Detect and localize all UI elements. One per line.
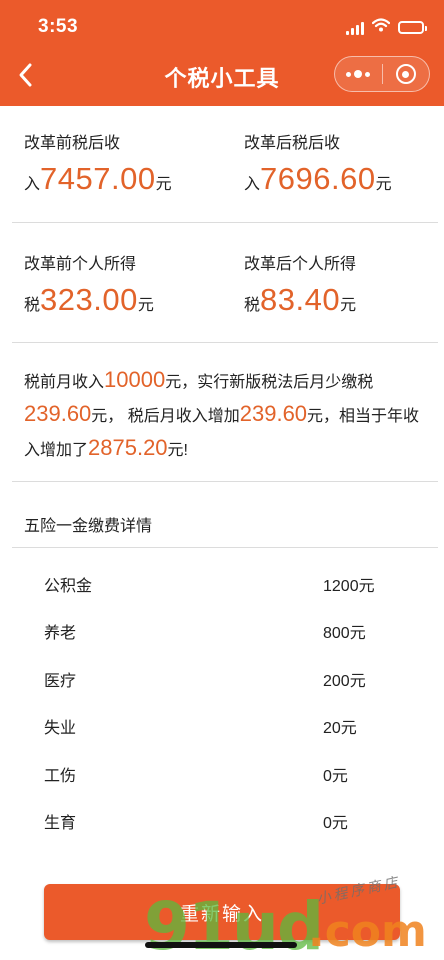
insurance-item-amount: 0元 <box>323 814 348 832</box>
summary-text-1: 税前月收入 <box>24 374 105 391</box>
insurance-list: 公积金 1200元 养老 800元 医疗 200元 失业 20元 工伤 0元 生… <box>0 562 444 846</box>
insurance-item-name: 工伤 <box>44 767 77 785</box>
miniprogram-capsule <box>334 56 430 92</box>
before-income: 改革前税后收 入 7457.00 元 <box>0 133 222 197</box>
after-tax-value-row: 税 83.40 元 <box>244 282 444 318</box>
after-tax-value: 83.40 <box>260 282 341 317</box>
insurance-row: 养老 800元 <box>0 609 444 656</box>
summary-text-2: 元，实行新版税法后月少缴税 <box>165 374 374 391</box>
summary-text: 税前月收入10000元，实行新版税法后月少缴税239.60元， 税后月收入增加2… <box>24 364 429 466</box>
annual-income-increase-value: 2875.20 <box>88 435 168 460</box>
wifi-icon <box>371 18 391 37</box>
insurance-row: 工伤 0元 <box>0 752 444 799</box>
after-tax-unit: 元 <box>340 297 357 314</box>
page: 3:53 个税小工具 改革前税后收 入 7457.00 元 改革后税后收 入 7… <box>0 0 444 960</box>
after-income-label: 改革后税后收 <box>244 135 341 152</box>
after-income-prefix: 入 <box>244 176 261 193</box>
battery-icon <box>398 21 427 34</box>
divider <box>12 547 438 548</box>
insurance-row: 生育 0元 <box>0 799 444 846</box>
insurance-item-name: 失业 <box>44 720 77 738</box>
after-income-value-row: 入 7696.60 元 <box>244 161 444 197</box>
before-income-value-row: 入 7457.00 元 <box>24 161 222 197</box>
divider <box>12 342 438 343</box>
before-income-unit: 元 <box>155 176 172 193</box>
before-tax-value-row: 税 323.00 元 <box>24 282 222 318</box>
before-income-label: 改革前税后收 <box>24 135 121 152</box>
insurance-row: 公积金 1200元 <box>0 562 444 609</box>
insurance-item-amount: 800元 <box>323 625 366 643</box>
signal-icon <box>346 21 364 35</box>
summary-text-3: 元， 税后月收入增加 <box>91 408 240 425</box>
more-button[interactable] <box>335 57 382 91</box>
before-tax-unit: 元 <box>137 297 154 314</box>
insurance-item-amount: 200元 <box>323 672 366 690</box>
before-tax: 改革前个人所得 税 323.00 元 <box>0 254 222 318</box>
reset-button[interactable]: 重新输入 <box>44 884 400 940</box>
insurance-item-amount: 20元 <box>323 720 357 738</box>
before-income-value: 7457.00 <box>40 161 156 196</box>
status-icons <box>346 18 427 37</box>
monthly-income-value: 10000 <box>104 367 166 392</box>
after-income: 改革后税后收 入 7696.60 元 <box>222 133 444 197</box>
after-tax-label: 改革后个人所得 <box>244 256 357 273</box>
monthly-tax-saved-value: 239.60 <box>24 401 92 426</box>
insurance-item-amount: 0元 <box>323 767 348 785</box>
after-tax-prefix: 税 <box>244 297 261 314</box>
header: 3:53 个税小工具 <box>0 0 444 106</box>
income-comparison: 改革前税后收 入 7457.00 元 改革后税后收 入 7696.60 元 <box>0 133 444 197</box>
status-time: 3:53 <box>38 16 79 37</box>
insurance-item-name: 生育 <box>44 814 77 832</box>
insurance-row: 失业 20元 <box>0 704 444 751</box>
insurance-item-name: 公积金 <box>44 578 93 595</box>
insurance-item-name: 医疗 <box>44 672 77 690</box>
insurance-section-title: 五险一金缴费详情 <box>24 518 153 535</box>
insurance-item-name: 养老 <box>44 625 77 643</box>
tax-comparison: 改革前个人所得 税 323.00 元 改革后个人所得 税 83.40 元 <box>0 254 444 318</box>
before-tax-prefix: 税 <box>24 297 41 314</box>
summary-text-5: 元! <box>167 442 188 459</box>
insurance-row: 医疗 200元 <box>0 657 444 704</box>
close-miniprogram-button[interactable] <box>382 57 429 91</box>
home-indicator <box>145 942 297 948</box>
before-income-prefix: 入 <box>24 176 41 193</box>
before-tax-label: 改革前个人所得 <box>24 256 137 273</box>
close-miniprogram-icon <box>395 64 416 84</box>
after-income-value: 7696.60 <box>260 161 376 196</box>
divider <box>12 481 438 482</box>
divider <box>12 222 438 223</box>
after-income-unit: 元 <box>375 176 392 193</box>
monthly-income-increase-value: 239.60 <box>239 401 308 426</box>
after-tax: 改革后个人所得 税 83.40 元 <box>222 254 444 318</box>
more-icon <box>346 70 371 78</box>
before-tax-value: 323.00 <box>40 282 138 317</box>
insurance-item-amount: 1200元 <box>323 578 375 595</box>
